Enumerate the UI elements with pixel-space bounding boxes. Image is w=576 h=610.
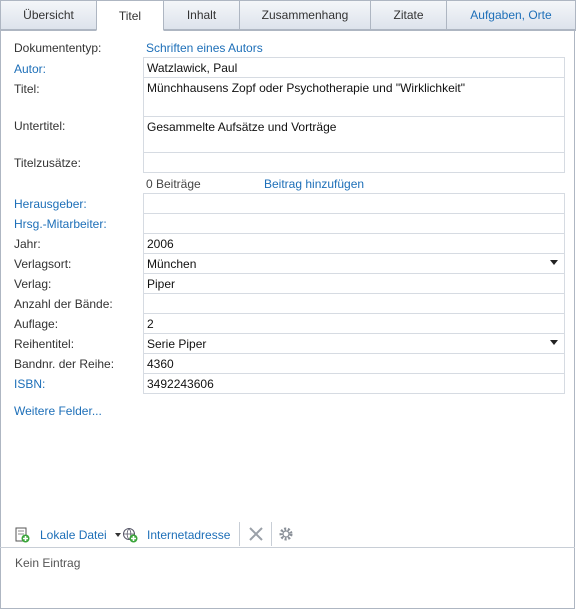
tab-zitate[interactable]: Zitate bbox=[370, 0, 447, 30]
isbn-value: 3492243606 bbox=[147, 377, 214, 391]
tab-titel[interactable]: Titel bbox=[96, 0, 164, 31]
gear-icon[interactable] bbox=[278, 526, 294, 542]
auflage-field[interactable]: 2 bbox=[143, 313, 565, 334]
chevron-down-icon[interactable] bbox=[114, 533, 121, 537]
jahr-label: Jahr: bbox=[14, 237, 41, 251]
reihentitel-field[interactable]: Serie Piper bbox=[143, 333, 565, 354]
bandnr-field[interactable]: 4360 bbox=[143, 353, 565, 374]
bandnr-value: 4360 bbox=[147, 357, 174, 371]
jahr-field[interactable]: 2006 bbox=[143, 233, 565, 254]
add-link-icon bbox=[123, 528, 138, 543]
autor-label[interactable]: Autor: bbox=[14, 62, 46, 76]
hrsg-mitarbeiter-label[interactable]: Hrsg.-Mitarbeiter: bbox=[14, 217, 107, 231]
isbn-label[interactable]: ISBN: bbox=[14, 377, 45, 391]
verlagsort-label: Verlagsort: bbox=[14, 257, 72, 271]
verlagsort-field[interactable]: München bbox=[143, 253, 565, 274]
beitraege-count: 0 Beiträge bbox=[146, 177, 201, 191]
herausgeber-field[interactable] bbox=[143, 193, 565, 214]
internetadresse-button[interactable]: Internetadresse bbox=[122, 526, 230, 544]
jahr-value: 2006 bbox=[147, 237, 174, 251]
doctype-link[interactable]: Schriften eines Autors bbox=[146, 41, 263, 55]
auflage-label: Auflage: bbox=[14, 317, 59, 331]
beitrag-hinzufuegen-link[interactable]: Beitrag hinzufügen bbox=[264, 177, 364, 191]
toolbar-separator bbox=[239, 522, 240, 546]
toolbar-separator bbox=[271, 522, 272, 546]
bandnr-label: Bandnr. der Reihe: bbox=[14, 357, 115, 371]
lokale-datei-label: Lokale Datei bbox=[40, 528, 107, 542]
titel-label: Titel: bbox=[14, 82, 40, 96]
tab-aufgaben-orte[interactable]: Aufgaben, Orte bbox=[446, 0, 576, 30]
verlag-label: Verlag: bbox=[14, 277, 52, 291]
attachments-empty-text: Kein Eintrag bbox=[15, 556, 81, 570]
herausgeber-label[interactable]: Herausgeber: bbox=[14, 197, 87, 211]
reihentitel-dropdown-icon[interactable] bbox=[550, 340, 558, 345]
delete-icon[interactable] bbox=[248, 526, 264, 542]
anzahl-baende-field[interactable] bbox=[143, 293, 565, 314]
internetadresse-label: Internetadresse bbox=[147, 528, 231, 542]
auflage-value: 2 bbox=[147, 317, 154, 331]
tab-zusammenhang[interactable]: Zusammenhang bbox=[239, 0, 371, 30]
tab-bar: Übersicht Titel Inhalt Zusammenhang Zita… bbox=[0, 0, 576, 31]
reihentitel-label: Reihentitel: bbox=[14, 337, 75, 351]
toolbar-divider bbox=[0, 547, 575, 548]
weitere-felder-link[interactable]: Weitere Felder... bbox=[14, 404, 102, 418]
untertitel-label: Untertitel: bbox=[14, 119, 66, 133]
titelzusaetze-field[interactable] bbox=[143, 152, 565, 173]
isbn-field[interactable]: 3492243606 bbox=[143, 373, 565, 394]
lokale-datei-button[interactable]: Lokale Datei bbox=[14, 526, 121, 544]
hrsg-mitarbeiter-field[interactable] bbox=[143, 213, 565, 234]
autor-value: Watzlawick, Paul bbox=[147, 61, 238, 75]
autor-field[interactable]: Watzlawick, Paul bbox=[143, 57, 565, 78]
verlagsort-dropdown-icon[interactable] bbox=[550, 260, 558, 265]
untertitel-field[interactable]: Gesammelte Aufsätze und Vorträge bbox=[143, 116, 565, 153]
add-file-icon bbox=[15, 527, 30, 543]
verlagsort-value: München bbox=[147, 257, 197, 271]
verlag-value: Piper bbox=[147, 277, 176, 291]
reihentitel-value: Serie Piper bbox=[147, 337, 207, 351]
tab-inhalt[interactable]: Inhalt bbox=[163, 0, 240, 30]
untertitel-value: Gesammelte Aufsätze und Vorträge bbox=[147, 120, 337, 134]
titelzusaetze-label: Titelzusätze: bbox=[14, 156, 81, 170]
tab-uebersicht[interactable]: Übersicht bbox=[0, 0, 97, 30]
verlag-field[interactable]: Piper bbox=[143, 273, 565, 294]
titel-value: Münchhausens Zopf oder Psychotherapie un… bbox=[147, 81, 466, 95]
anzahl-baende-label: Anzahl der Bände: bbox=[14, 297, 113, 311]
titel-field[interactable]: Münchhausens Zopf oder Psychotherapie un… bbox=[143, 77, 565, 117]
doctype-label: Dokumententyp: bbox=[14, 41, 102, 55]
